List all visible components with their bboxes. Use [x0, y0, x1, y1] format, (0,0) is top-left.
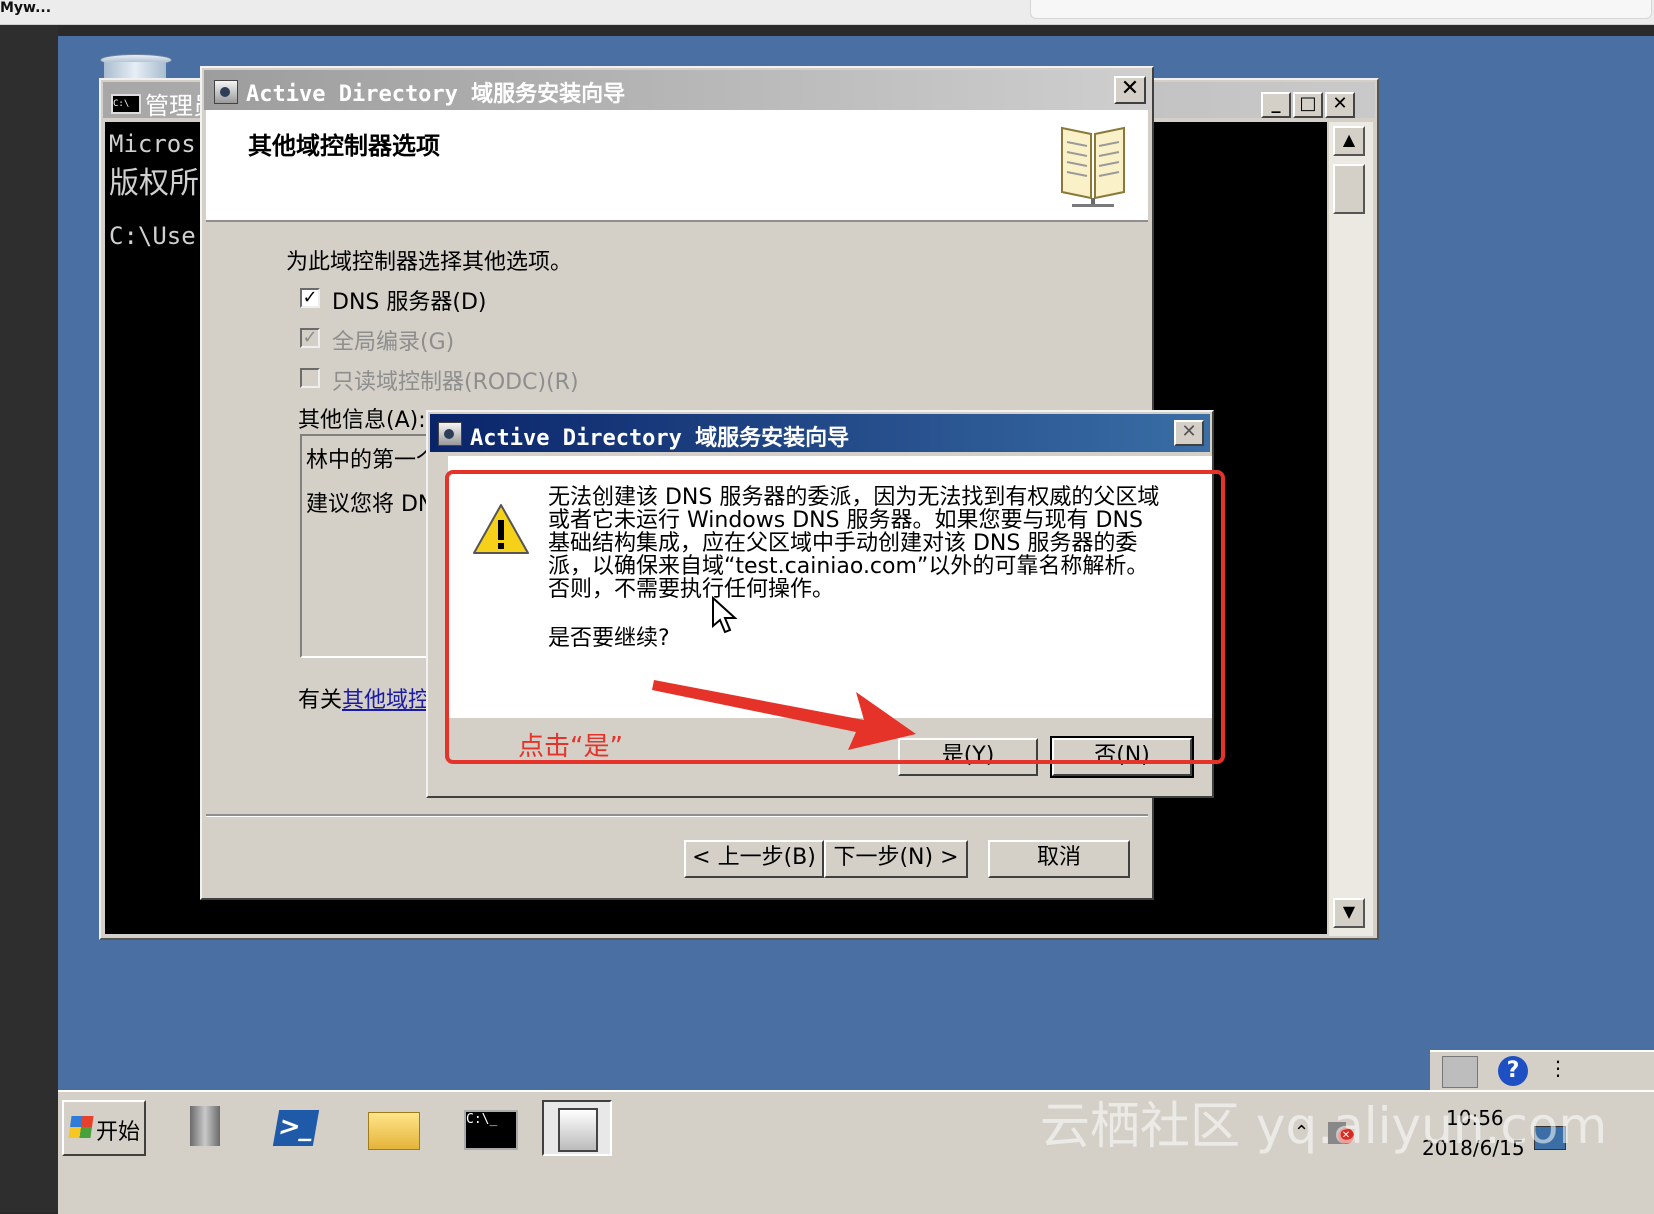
annotation-arrow-icon — [652, 680, 916, 750]
minimize-button[interactable]: _ — [1261, 92, 1291, 118]
more-info-link[interactable]: 其他域控 — [342, 688, 430, 713]
dns-server-checkbox[interactable]: ✓ — [300, 288, 320, 308]
annotation-label: 点击“是” — [518, 732, 623, 762]
windows-flag-icon — [68, 1116, 94, 1138]
dialog-title: Active Directory 域服务安装向导 — [470, 426, 850, 451]
host-left-strip — [0, 25, 58, 1212]
global-catalog-label: 全局编录(G) — [332, 330, 455, 355]
wizard-title: Active Directory 域服务安装向导 — [246, 82, 626, 107]
wizard-close-button[interactable]: ✕ — [1114, 76, 1146, 104]
wizard-app-icon — [214, 80, 238, 104]
console-line: 版权所 — [109, 166, 199, 201]
wizard-separator — [206, 814, 1148, 817]
taskbar-cmd[interactable]: C:\_ — [454, 1100, 524, 1156]
console-line: Micros — [109, 130, 196, 158]
wizard-icon — [558, 1108, 598, 1152]
host-top-text: Myw... — [0, 0, 52, 16]
info-line: 林中的第一个 — [306, 448, 439, 473]
wizard-instruction: 为此域控制器选择其他选项。 — [286, 250, 573, 275]
console-scrollbar[interactable]: ▲ ▼ — [1329, 122, 1373, 936]
cmd-icon: C:\_ — [464, 1110, 518, 1150]
wizard-header: 其他域控制器选项 — [206, 110, 1148, 222]
console-line: C:\Use — [109, 222, 196, 250]
keyboard-icon[interactable] — [1442, 1056, 1478, 1088]
powershell-icon: >_ — [272, 1110, 320, 1146]
book-icon — [1061, 126, 1125, 207]
scroll-down-button[interactable]: ▼ — [1333, 898, 1365, 928]
additional-info-label: 其他信息(A): — [298, 408, 426, 433]
taskbar-server-manager[interactable] — [172, 1100, 242, 1156]
cancel-button[interactable]: 取消 — [988, 840, 1130, 878]
host-search-field[interactable] — [1030, 0, 1652, 19]
host-top-bar: Myw... — [0, 0, 1654, 25]
recycle-bin-icon[interactable] — [100, 54, 172, 80]
rodc-checkbox — [300, 368, 320, 388]
taskbar-powershell[interactable]: >_ — [262, 1100, 332, 1156]
info-line: 建议您将 DN — [306, 492, 435, 517]
next-button[interactable]: 下一步(N) > — [824, 840, 968, 878]
more-info-text: 有关其他域控 — [298, 682, 430, 714]
start-button[interactable]: 开始 — [62, 1100, 146, 1156]
scroll-up-button[interactable]: ▲ — [1333, 126, 1365, 156]
dialog-titlebar[interactable]: Active Directory 域服务安装向导 ✕ — [430, 414, 1210, 452]
start-label: 开始 — [96, 1120, 141, 1145]
global-catalog-checkbox: ✓ — [300, 328, 320, 348]
options-icon[interactable]: ⋮ — [1548, 1056, 1568, 1080]
more-info-prefix: 有关 — [298, 688, 343, 713]
dns-server-label[interactable]: DNS 服务器(D) — [332, 284, 486, 316]
back-button[interactable]: < 上一步(B) — [684, 840, 824, 878]
wizard-titlebar[interactable]: Active Directory 域服务安装向导 ✕ — [204, 70, 1150, 110]
taskbar-explorer[interactable] — [358, 1100, 428, 1156]
scroll-thumb[interactable] — [1333, 164, 1365, 214]
wizard-header-title: 其他域控制器选项 — [248, 132, 440, 160]
watermark: 云栖社区 yq.aliyun.com — [1040, 1097, 1608, 1155]
dialog-close-button[interactable]: ✕ — [1174, 420, 1204, 446]
console-app-icon: C:\ — [111, 94, 141, 114]
mouse-cursor-icon — [712, 596, 738, 634]
dialog-app-icon — [438, 422, 462, 446]
console-close-button[interactable]: ✕ — [1325, 92, 1355, 118]
maximize-button[interactable]: □ — [1293, 92, 1323, 118]
taskbar-ad-wizard[interactable] — [542, 1100, 612, 1156]
server-manager-icon — [190, 1106, 220, 1146]
help-icon[interactable]: ? — [1498, 1056, 1528, 1086]
folder-icon — [368, 1112, 420, 1150]
rodc-label: 只读域控制器(RODC)(R) — [332, 370, 579, 395]
